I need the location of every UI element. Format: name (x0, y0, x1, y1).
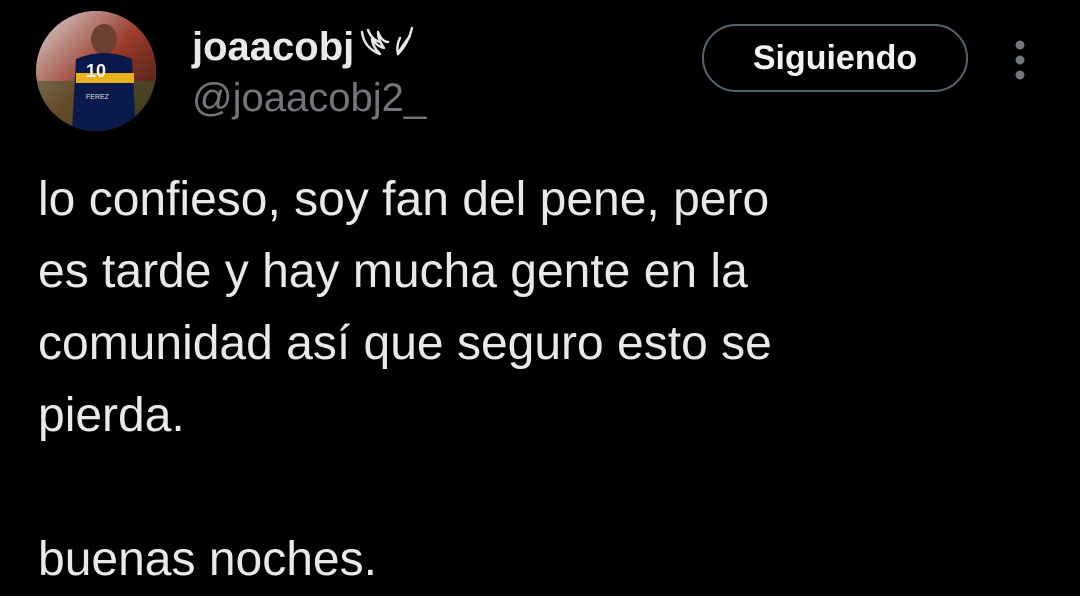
tweet: 10 FEREZ joaacobj @joaacobj2_ Siguiendo … (0, 0, 1080, 586)
tweet-text-blank-line (38, 452, 938, 524)
wings-icon (361, 26, 414, 56)
more-vertical-icon[interactable] (1004, 38, 1036, 82)
author-handle[interactable]: @joaacobj2_ (192, 76, 426, 121)
tweet-text-line: lo confieso, soy fan del pene, pero (38, 173, 770, 226)
svg-text:10: 10 (86, 61, 106, 81)
avatar-image: 10 FEREZ (36, 11, 156, 131)
author-name-row[interactable]: joaacobj (192, 22, 416, 72)
svg-text:FEREZ: FEREZ (86, 94, 110, 101)
tweet-text-line: comunidad así que seguro esto se (38, 317, 772, 370)
tweet-text-line: es tarde y hay mucha gente en la (38, 245, 748, 298)
tweet-text-line: buenas noches. (38, 533, 377, 586)
tweet-text-line: pierda. (38, 389, 185, 442)
following-button[interactable]: Siguiendo (702, 24, 968, 92)
avatar[interactable]: 10 FEREZ (36, 11, 156, 131)
tweet-text: lo confieso, soy fan del pene, pero es t… (38, 164, 938, 596)
display-name[interactable]: joaacobj (192, 25, 354, 70)
